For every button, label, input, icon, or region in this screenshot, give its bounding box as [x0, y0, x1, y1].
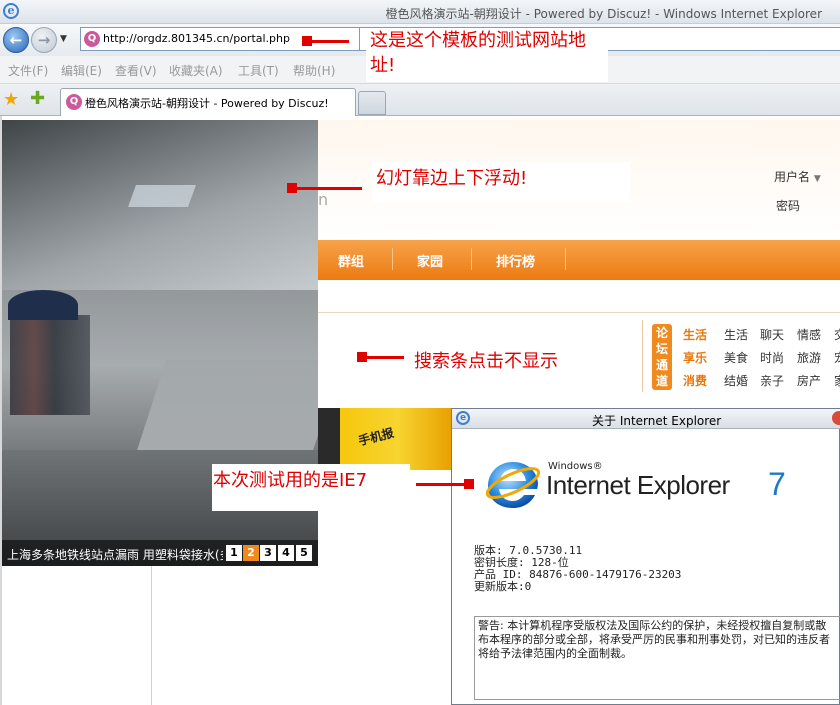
annotation-arrow — [305, 40, 349, 43]
forum-link[interactable]: 美食 — [724, 349, 748, 366]
window-title: 橙色风格演示站-朝翔设计 - Powered by Discuz! - Wind… — [385, 7, 822, 21]
ad-banner[interactable]: 手机报 — [318, 408, 452, 470]
chevron-down-icon: ▼ — [813, 174, 821, 184]
forum-link[interactable]: 亲子 — [760, 372, 784, 389]
slide-caption[interactable]: 上海多条地铁线站点漏雨 用塑料袋接水(多 — [7, 546, 223, 563]
ie-product-version: 7 — [768, 466, 786, 502]
content-divider — [151, 560, 152, 705]
nav-item-ranking[interactable]: 排行榜 — [496, 251, 535, 270]
tab-favicon-icon: Q — [66, 94, 82, 110]
ie-update-line: 更新版本:0 — [474, 580, 532, 593]
forum-link[interactable]: 聊天 — [760, 326, 784, 343]
forum-link[interactable]: 生活 — [724, 326, 748, 343]
slide-photo-umbrella — [8, 290, 78, 320]
slide-page-button[interactable]: 4 — [278, 545, 294, 561]
ie-product-name: Internet Explorer — [546, 470, 730, 500]
add-favorite-icon[interactable]: ✚ — [30, 88, 45, 109]
forum-link[interactable]: 家 — [834, 372, 840, 389]
slide-page-button[interactable]: 1 — [226, 545, 242, 561]
forum-link[interactable]: 房产 — [797, 372, 821, 389]
nav-separator — [392, 248, 393, 270]
nav-item-home[interactable]: 家园 — [417, 251, 443, 270]
annotation-arrow — [360, 356, 404, 359]
close-icon[interactable] — [832, 411, 840, 425]
password-label: 密码 — [776, 199, 801, 213]
menu-tools[interactable]: 工具(T) — [238, 62, 279, 79]
annotation-arrow — [416, 483, 466, 486]
menu-favorites[interactable]: 收藏夹(A) — [169, 62, 223, 79]
browser-tab[interactable]: Q 橙色风格演示站-朝翔设计 - Powered by Discuz! — [60, 88, 356, 116]
annotation-search-hidden: 搜索条点击不显示 — [410, 346, 620, 376]
slide-photo-people — [10, 315, 90, 415]
tab-title: 橙色风格演示站-朝翔设计 - Powered by Discuz! — [85, 97, 329, 110]
forum-channel-tag: 论坛通道 — [652, 324, 672, 390]
ie-icon: e — [456, 411, 470, 425]
annotation-arrow — [290, 187, 362, 190]
site-nav-bar — [318, 240, 840, 280]
slide-photo-light — [127, 185, 197, 207]
annotation-slide-float: 幻灯靠边上下浮动! — [372, 162, 630, 202]
annotation-arrowhead — [464, 479, 474, 489]
forum-category-enjoy[interactable]: 享乐 — [683, 349, 707, 366]
forum-category-consume[interactable]: 消费 — [683, 372, 707, 389]
address-input[interactable]: Q http://orgdz.801345.cn/portal.php — [80, 27, 360, 51]
back-button[interactable]: ← — [3, 27, 29, 53]
forward-button[interactable]: → — [31, 27, 57, 53]
username-dropdown[interactable]: 用户名 ▼ — [774, 168, 821, 185]
forum-link[interactable]: 旅游 — [797, 349, 821, 366]
favorites-star-icon[interactable]: ★ — [3, 89, 19, 110]
forum-link[interactable]: 情感 — [797, 326, 821, 343]
forum-category-life[interactable]: 生活 — [683, 326, 707, 343]
banner-text: 手机报 — [356, 425, 396, 449]
ie-icon: e — [3, 3, 19, 19]
slide-page-button[interactable]: 5 — [296, 545, 312, 561]
forum-link[interactable]: 交 — [834, 326, 840, 343]
menu-edit[interactable]: 编辑(E) — [61, 62, 102, 79]
annotation-test-browser: 本次测试用的是IE7 — [212, 464, 410, 511]
forum-link[interactable]: 时尚 — [760, 349, 784, 366]
ie-logo-icon — [485, 462, 541, 508]
menu-view[interactable]: 查看(V) — [115, 62, 157, 79]
nav-separator — [565, 248, 566, 270]
window-titlebar: e 橙色风格演示站-朝翔设计 - Powered by Discuz! - Wi… — [0, 0, 840, 24]
about-dialog-title: 关于 Internet Explorer — [592, 414, 722, 428]
slide-page-button[interactable]: 3 — [260, 545, 276, 561]
nav-item-groups[interactable]: 群组 — [338, 251, 364, 270]
copyright-warning-text: 警告: 本计算机程序受版权法及国际公约的保护，未经授权擅自复制或散布本程序的部分… — [474, 616, 840, 700]
username-label: 用户名 — [774, 170, 811, 184]
tab-bar: ★ ✚ Q 橙色风格演示站-朝翔设计 - Powered by Discuz! — [0, 84, 840, 116]
history-dropdown-icon[interactable]: ▼ — [60, 34, 67, 44]
menu-help[interactable]: 帮助(H) — [293, 62, 335, 79]
forum-link[interactable]: 宠 — [834, 349, 840, 366]
address-url[interactable]: http://orgdz.801345.cn/portal.php — [103, 32, 290, 45]
slide-page-button-active[interactable]: 2 — [243, 545, 259, 561]
site-favicon-icon: Q — [84, 31, 100, 47]
annotation-site-address: 这是这个模板的测试网站地址! — [366, 28, 608, 82]
new-tab-button[interactable] — [358, 91, 386, 115]
menu-file[interactable]: 文件(F) — [8, 62, 48, 79]
forum-link[interactable]: 结婚 — [724, 372, 748, 389]
about-dialog-titlebar: e 关于 Internet Explorer — [452, 409, 840, 429]
banner-edge — [318, 408, 340, 470]
nav-separator — [471, 248, 472, 270]
site-logo-fragment: n — [318, 190, 329, 209]
